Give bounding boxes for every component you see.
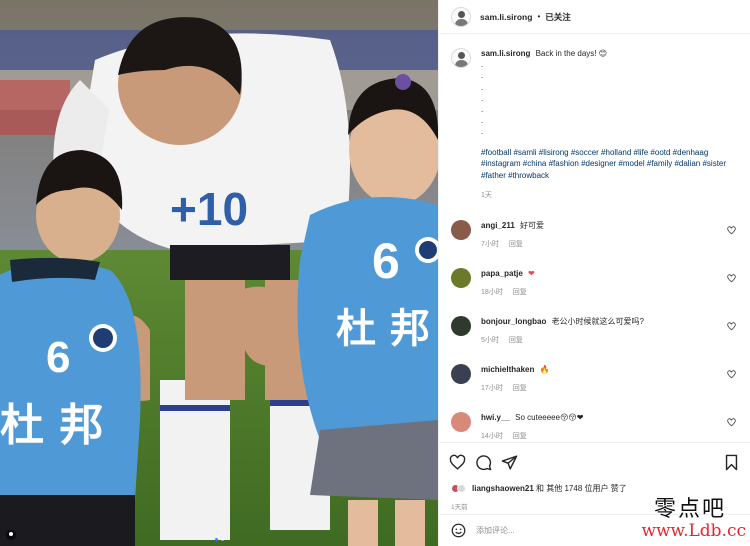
svg-text:6: 6	[46, 333, 70, 382]
commenter-username[interactable]: michielthaken	[481, 365, 534, 374]
svg-text:杜 邦: 杜 邦	[0, 400, 103, 451]
emoji-icon[interactable]	[451, 523, 466, 538]
heart-icon[interactable]	[449, 454, 466, 471]
comment-text: 好可爱	[520, 220, 545, 230]
caption-dot-line: .	[481, 127, 484, 137]
caption-time: 1天	[481, 192, 492, 200]
liker-avatar	[457, 483, 466, 493]
comment-item: angi_211 好可爱 7小时 回复	[451, 219, 738, 250]
comment-text: So cuteeeee😚😚❤	[515, 412, 584, 422]
post-photo[interactable]: +10 6 杜 邦 6 杜 邦	[0, 0, 438, 546]
commenter-avatar[interactable]	[451, 411, 471, 432]
likes-count-text[interactable]: 和 其他 1748 位用户 赞了	[536, 484, 627, 493]
like-comment-heart-icon[interactable]	[727, 273, 736, 283]
post-actions: liangshaowen21 和 其他 1748 位用户 赞了 1天前	[439, 442, 750, 546]
caption-hashtags[interactable]: #football #samli #lisirong #soccer #holl…	[481, 147, 738, 182]
comment-item: michielthaken 🔥 17小时 回复	[451, 363, 738, 394]
comment-time: 18小时	[481, 288, 503, 296]
caption-dot-line: .	[481, 60, 484, 70]
author-username[interactable]: sam.li.sirong	[480, 12, 532, 22]
likes-summary[interactable]: liangshaowen21 和 其他 1748 位用户 赞了	[439, 481, 750, 495]
caption-dot-line: .	[481, 71, 484, 81]
carousel-dot-active	[214, 538, 218, 541]
caption-dot-line: .	[481, 93, 484, 103]
comment-time: 7小时	[481, 240, 499, 248]
commenter-username[interactable]: papa_patje	[481, 269, 523, 278]
comment-text: 老公小时候就这么可爱吗?	[551, 316, 645, 326]
commenter-username[interactable]: bonjour_longbao	[481, 317, 546, 326]
commenter-avatar[interactable]	[451, 363, 471, 384]
post-caption: sam.li.sirong Back in the days! 😊 . . . …	[451, 48, 738, 202]
comment-input[interactable]	[476, 526, 626, 535]
comment-text: 🔥	[539, 364, 550, 374]
caption-username[interactable]: sam.li.sirong	[481, 49, 530, 58]
tagged-user-icon[interactable]	[6, 530, 16, 540]
commenter-username[interactable]: angi_211	[481, 221, 515, 230]
caption-avatar[interactable]	[451, 48, 471, 68]
reply-button[interactable]: 回复	[513, 385, 527, 392]
action-bar	[439, 443, 750, 481]
reply-button[interactable]: 回复	[509, 241, 523, 248]
add-comment-bar	[439, 514, 750, 546]
carousel-indicator[interactable]	[0, 538, 438, 541]
post-side-panel: sam.li.sirong • 已关注 sam.li.sirong Back i…	[438, 0, 750, 546]
svg-text:杜 邦: 杜 邦	[336, 306, 430, 352]
commenter-avatar[interactable]	[451, 267, 471, 288]
like-comment-heart-icon[interactable]	[727, 225, 736, 235]
author-avatar[interactable]	[451, 6, 471, 27]
comment-item: bonjour_longbao 老公小时候就这么可爱吗? 5小时 回复	[451, 315, 738, 346]
liker-username[interactable]: liangshaowen21	[472, 484, 534, 493]
commenter-avatar[interactable]	[451, 315, 471, 336]
caption-dot-line: .	[481, 105, 484, 115]
comment-item: hwi.y__ So cuteeeee😚😚❤ 14小时 回复	[451, 411, 738, 442]
like-comment-heart-icon[interactable]	[727, 417, 736, 427]
share-icon[interactable]	[501, 454, 518, 471]
like-comment-heart-icon[interactable]	[727, 369, 736, 379]
caption-dot-line: .	[481, 116, 484, 126]
comment-icon[interactable]	[475, 454, 492, 471]
reply-button[interactable]: 回复	[509, 337, 523, 344]
post-header: sam.li.sirong • 已关注	[439, 0, 750, 34]
commenter-avatar[interactable]	[451, 219, 471, 240]
bookmark-icon[interactable]	[723, 454, 740, 471]
comment-text: ❤	[528, 268, 535, 278]
comments-list[interactable]: sam.li.sirong Back in the days! 😊 . . . …	[439, 34, 750, 442]
comment-item: papa_patje ❤ 18小时 回复	[451, 267, 738, 298]
svg-text:6: 6	[372, 233, 400, 289]
comment-time: 17小时	[481, 384, 503, 392]
caption-dot-line: .	[481, 82, 484, 92]
post-timestamp: 1天前	[451, 504, 468, 511]
comment-time: 14小时	[481, 432, 503, 440]
commenter-username[interactable]: hwi.y__	[481, 413, 510, 422]
following-button[interactable]: 已关注	[545, 11, 571, 23]
carousel-dot	[220, 538, 224, 541]
svg-text:+10: +10	[170, 183, 248, 235]
reply-button[interactable]: 回复	[513, 433, 527, 440]
comment-time: 5小时	[481, 336, 499, 344]
like-comment-heart-icon[interactable]	[727, 321, 736, 331]
reply-button[interactable]: 回复	[513, 289, 527, 296]
caption-text: Back in the days! 😊	[535, 49, 608, 58]
header-separator: •	[537, 12, 541, 21]
